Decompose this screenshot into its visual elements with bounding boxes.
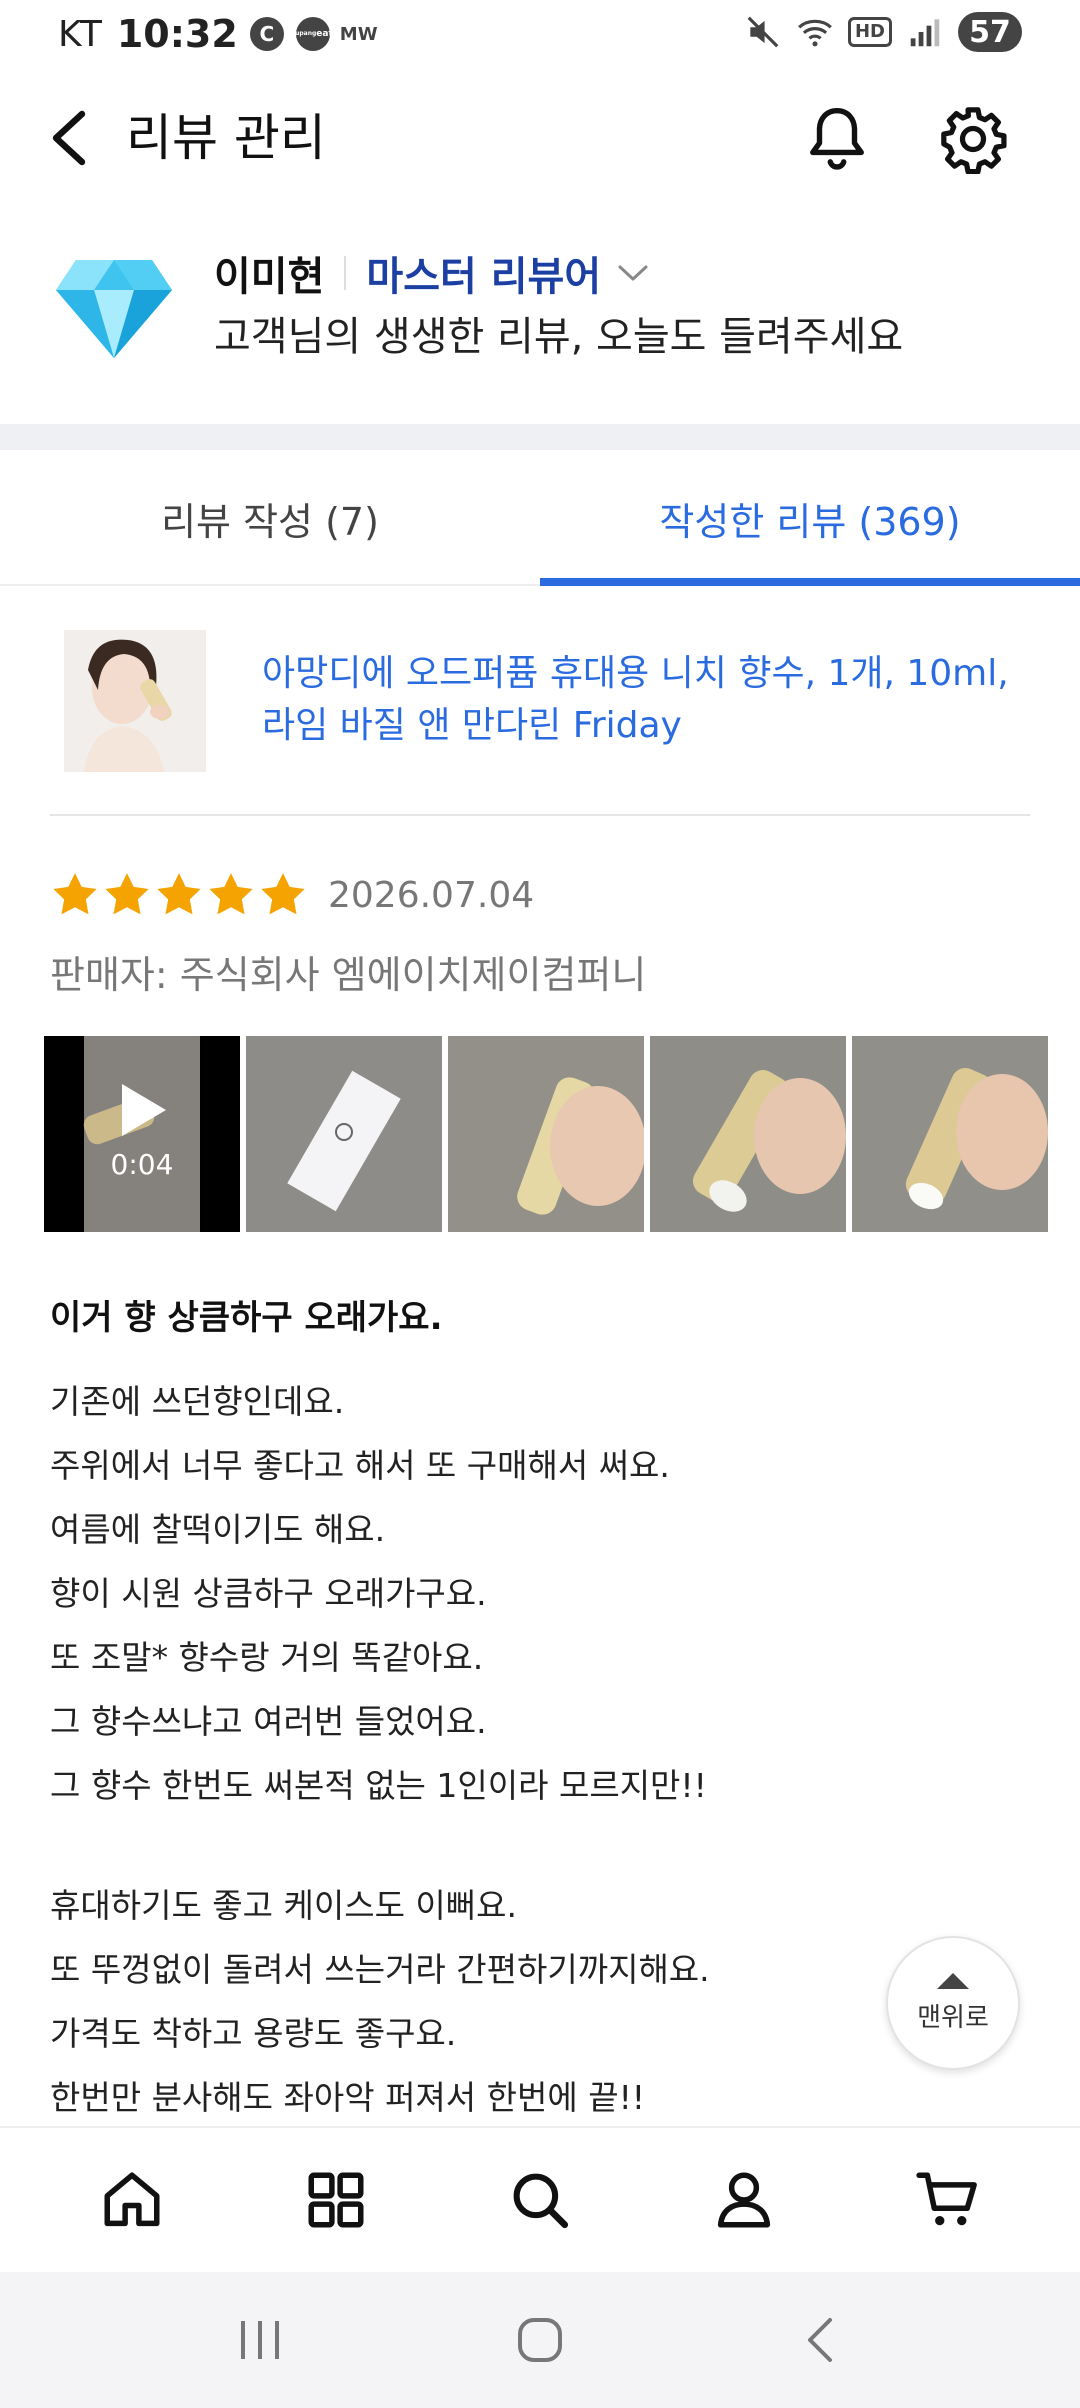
carrier-label: KT	[58, 13, 103, 55]
page-title: 리뷰 관리	[126, 109, 326, 167]
profile-name-row: 이미현 마스터 리뷰어	[214, 244, 651, 302]
section-divider	[0, 424, 1080, 450]
coupang-eats-label: eats	[316, 29, 339, 39]
mute-icon	[747, 16, 779, 48]
review-text-line: 여름에 찰떡이기도 해요.	[50, 1510, 386, 1549]
home-button-icon	[518, 2318, 562, 2362]
signal-icon	[910, 19, 940, 47]
review-photo-image	[650, 1036, 846, 1232]
seller-name: 판매자: 주식회사 엠에이치제이컴퍼니	[50, 953, 647, 997]
system-navigation-bar	[0, 2272, 1080, 2408]
review-title: 이거 향 상큼하구 오래가요.	[50, 1298, 443, 1338]
coupang-eats-icon: coupang eats	[287, 17, 338, 51]
product-name-link[interactable]: 아망디에 오드퍼퓸 휴대용 니치 향수, 1개, 10ml, 라임 바질 앤 만…	[262, 648, 1022, 752]
divider	[344, 256, 347, 290]
review-body: 기존에 쓰던향인데요. 주위에서 너무 좋다고 해서 또 구매해서 써요. 여름…	[50, 1370, 1010, 2130]
review-text-line: 또 뚜껑없이 돌려서 쓰는거라 간편하기까지해요.	[50, 1950, 710, 1989]
bell-icon	[810, 108, 864, 170]
nav-my-account[interactable]	[696, 2152, 792, 2248]
diamond-icon	[56, 260, 172, 358]
review-text-line: 그 향수 한번도 써본적 없는 1인이라 모르지만!!	[50, 1766, 707, 1805]
star-icon	[53, 873, 97, 915]
category-icon	[308, 2172, 364, 2228]
status-time: 10:32	[116, 12, 238, 56]
tab-written-reviews[interactable]: 작성한 리뷰 (369)	[540, 450, 1080, 586]
nav-search[interactable]	[492, 2152, 588, 2248]
star-icon	[105, 873, 149, 915]
review-media-strip: 0:04	[44, 1036, 1080, 1232]
battery-indicator: 57	[958, 12, 1022, 52]
nav-home[interactable]	[84, 2152, 180, 2248]
nav-cart[interactable]	[900, 2152, 996, 2248]
notification-button[interactable]	[800, 102, 874, 176]
review-text-line: 주위에서 너무 좋다고 해서 또 구매해서 써요.	[50, 1446, 670, 1485]
chevron-down-icon	[618, 265, 648, 281]
app-header: 리뷰 관리	[0, 90, 1080, 186]
nav-category[interactable]	[288, 2152, 384, 2248]
system-home-button[interactable]	[495, 2295, 585, 2385]
star-icon	[157, 873, 201, 915]
review-text-line: 기존에 쓰던향인데요.	[50, 1382, 345, 1421]
bottom-navigation	[0, 2126, 1080, 2272]
status-bar: KT 10:32 C coupang eats MW HD 57	[0, 0, 1080, 70]
review-video[interactable]: 0:04	[44, 1036, 240, 1232]
product-thumbnail[interactable]	[64, 630, 206, 772]
status-left: KT 10:32 C coupang eats MW	[58, 12, 378, 56]
rating-row: 2026.07.04	[50, 870, 534, 920]
status-right: HD 57	[744, 12, 1022, 52]
review-text-line: 한번만 분사해도 좌아악 퍼져서 한번에 끝!!	[50, 2078, 646, 2117]
review-photo[interactable]	[448, 1036, 644, 1232]
tab-write-review[interactable]: 리뷰 작성 (7)	[0, 450, 540, 586]
product-row[interactable]: 아망디에 오드퍼퓸 휴대용 니치 향수, 1개, 10ml, 라임 바질 앤 만…	[50, 620, 1030, 816]
product-photo	[64, 630, 206, 772]
cart-icon	[916, 2172, 977, 2226]
video-duration: 0:04	[110, 1148, 174, 1181]
coupang-eats-top: coupang	[287, 30, 317, 37]
scroll-to-top-button[interactable]: 맨위로	[886, 1936, 1020, 2070]
review-date: 2026.07.04	[328, 874, 535, 916]
c-app-icon: C	[249, 17, 284, 51]
reviewer-profile: 이미현 마스터 리뷰어 고객님의 생생한 리뷰, 오늘도 들려주세요	[0, 230, 1080, 380]
hd-voice-icon: HD	[847, 17, 892, 47]
active-tab-indicator	[540, 578, 1080, 586]
reviewer-grade[interactable]: 마스터 리뷰어	[366, 244, 601, 302]
recent-apps-icon	[241, 2321, 279, 2359]
grade-dropdown-button[interactable]	[615, 255, 651, 291]
gear-icon	[941, 107, 1007, 174]
review-photo[interactable]	[650, 1036, 846, 1232]
review-tabs: 리뷰 작성 (7) 작성한 리뷰 (369)	[0, 450, 1080, 586]
home-icon	[104, 2172, 160, 2227]
play-icon	[122, 1084, 166, 1136]
settings-button[interactable]	[936, 102, 1010, 176]
review-photo-image	[852, 1036, 1048, 1232]
review-text-line: 가격도 착하고 용량도 좋구요.	[50, 2014, 457, 2053]
profile-subtitle: 고객님의 생생한 리뷰, 오늘도 들려주세요	[214, 314, 904, 360]
star-icon	[261, 873, 305, 915]
account-icon	[717, 2172, 771, 2228]
star-icon	[209, 873, 253, 915]
review-text-line: 그 향수쓰냐고 여러번 들었어요.	[50, 1702, 487, 1741]
review-text-line: 휴대하기도 좋고 케이스도 이뻐요.	[50, 1886, 517, 1925]
wifi-icon	[798, 19, 832, 47]
back-icon	[808, 2318, 832, 2362]
mw-app-icon: MW	[339, 23, 378, 45]
search-icon	[513, 2173, 569, 2229]
review-photo-image	[246, 1036, 442, 1232]
scroll-to-top-label: 맨위로	[917, 2002, 989, 2033]
back-button[interactable]	[40, 108, 100, 168]
system-back-button[interactable]	[775, 2295, 865, 2385]
recent-apps-button[interactable]	[215, 2295, 305, 2385]
review-photo[interactable]	[852, 1036, 1048, 1232]
arrow-up-icon	[937, 1972, 969, 1989]
review-text-line: 향이 시원 상큼하구 오래가구요.	[50, 1574, 487, 1613]
review-photo[interactable]	[246, 1036, 442, 1232]
reviewer-name: 이미현	[214, 254, 325, 300]
review-text-line: 또 조말* 향수랑 거의 똑같아요.	[50, 1638, 484, 1677]
chevron-left-icon	[52, 110, 86, 166]
review-photo-image	[448, 1036, 644, 1232]
